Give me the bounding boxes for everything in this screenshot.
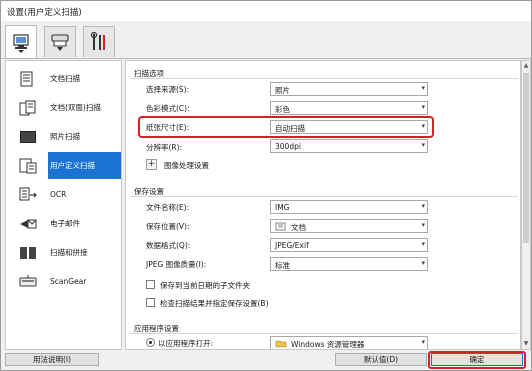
document-scan-icon	[20, 71, 33, 86]
tab-scan-from-panel[interactable]	[44, 26, 76, 57]
sidebar-item-label: 文档(双面)扫描	[50, 103, 101, 112]
data-format-value: JPEG/Exif	[275, 241, 309, 250]
duplex-document-scan-icon	[19, 100, 36, 115]
open-with-app-radio[interactable]	[146, 338, 155, 347]
paper-size-value: 自动扫描	[275, 124, 305, 133]
general-settings-tools-icon	[90, 31, 105, 50]
file-name-value: IMG	[275, 203, 290, 212]
scroll-down-icon[interactable]: ▼	[522, 339, 530, 349]
sidebar-item-label: OCR	[50, 190, 67, 199]
email-icon	[20, 219, 37, 228]
instructions-button[interactable]: 用法说明(I)	[5, 353, 99, 366]
chevron-down-icon: ▾	[421, 84, 425, 92]
check-results-checkbox[interactable]	[146, 298, 155, 307]
chevron-down-icon: ▾	[421, 202, 425, 210]
sidebar-item-document-scan[interactable]: 文档扫描	[6, 64, 121, 93]
ocr-icon	[19, 187, 37, 200]
resolution-dropdown[interactable]: 300dpi ▾	[270, 139, 428, 153]
section-divider	[130, 333, 518, 334]
jpeg-quality-label: JPEG 图像质量(I):	[146, 260, 207, 269]
chevron-down-icon: ▾	[421, 122, 425, 130]
file-name-label: 文件名称(E):	[146, 203, 190, 212]
sidebar-item-ocr[interactable]: OCR	[6, 180, 121, 209]
image-processing-label: 图像处理设置	[164, 161, 209, 170]
jpeg-quality-value: 标准	[275, 261, 290, 270]
chevron-down-icon: ▾	[421, 338, 425, 346]
sidebar-item-custom-scan[interactable]: 用户定义扫描	[6, 151, 121, 180]
settings-window: 设置(用户定义扫描) 文档扫描 文档(双面)扫描 照片扫描 用户定义扫描 OCR…	[0, 0, 532, 371]
open-with-value: Windows 资源管理器	[291, 340, 365, 349]
color-mode-dropdown[interactable]: 彩色 ▾	[270, 101, 428, 115]
title-bar: 设置(用户定义扫描)	[1, 1, 531, 21]
scangear-icon	[19, 274, 37, 286]
sidebar-item-label: 照片扫描	[50, 132, 80, 141]
open-with-label: 以应用程序打开:	[158, 339, 214, 348]
check-results-label: 检查扫描结果并指定保存设置(B)	[160, 299, 269, 308]
jpeg-quality-dropdown[interactable]: 标准 ▾	[270, 257, 428, 271]
color-mode-label: 色彩模式(C):	[146, 104, 190, 113]
scroll-up-icon[interactable]: ▲	[522, 61, 530, 71]
subfolder-checkbox[interactable]	[146, 280, 155, 289]
sidebar-item-label: 扫描和拼接	[50, 248, 88, 257]
window-title: 设置(用户定义扫描)	[7, 8, 82, 18]
data-format-label: 数据格式(Q):	[146, 241, 191, 250]
data-format-dropdown[interactable]: JPEG/Exif ▾	[270, 238, 428, 252]
select-source-value: 照片	[275, 86, 290, 95]
tab-divider	[1, 58, 531, 59]
scan-from-computer-icon	[13, 33, 29, 53]
chevron-down-icon: ▾	[421, 259, 425, 267]
paper-size-dropdown[interactable]: 自动扫描 ▾	[270, 120, 428, 134]
expand-image-processing-button[interactable]: +	[146, 159, 157, 170]
open-with-dropdown[interactable]: Windows 资源管理器 ▾	[270, 336, 428, 349]
vertical-scrollbar[interactable]: ▲ ▼	[521, 60, 531, 350]
save-in-value: 文档	[291, 223, 306, 232]
ok-button-callout	[428, 351, 526, 369]
chevron-down-icon: ▾	[421, 103, 425, 111]
sidebar-item-scangear[interactable]: ScanGear	[6, 267, 121, 296]
select-source-dropdown[interactable]: 照片 ▾	[270, 82, 428, 96]
tab-general-settings[interactable]	[83, 26, 115, 57]
photo-scan-icon	[20, 130, 36, 143]
scan-from-panel-icon	[51, 34, 69, 51]
save-in-dropdown[interactable]: 文档 ▾	[270, 219, 428, 233]
save-in-label: 保存位置(V):	[146, 222, 190, 231]
select-source-label: 选择来源(S):	[146, 85, 190, 94]
sidebar-item-email[interactable]: 电子邮件	[6, 209, 121, 238]
paper-size-label: 纸张尺寸(E):	[146, 123, 190, 132]
sidebar-item-label: 用户定义扫描	[50, 161, 95, 170]
sidebar-item-scan-stitch[interactable]: 扫描和拼接	[6, 238, 121, 267]
sidebar-item-photo-scan[interactable]: 照片扫描	[6, 122, 121, 151]
tab-strip	[1, 21, 531, 59]
sidebar-item-label: 电子邮件	[50, 219, 80, 228]
section-divider	[130, 196, 518, 197]
defaults-button[interactable]: 默认值(D)	[335, 353, 427, 366]
section-divider	[130, 78, 518, 79]
subfolder-label: 保存到当前日期的子文件夹	[160, 281, 250, 290]
color-mode-value: 彩色	[275, 105, 290, 114]
documents-folder-icon	[275, 222, 286, 231]
sidebar-item-label: ScanGear	[50, 277, 87, 286]
file-name-field[interactable]: IMG ▾	[270, 200, 428, 214]
resolution-label: 分辨率(R):	[146, 143, 183, 152]
chevron-down-icon: ▾	[421, 240, 425, 248]
resolution-value: 300dpi	[275, 142, 301, 151]
sidebar-item-label: 文档扫描	[50, 74, 80, 83]
scan-stitch-icon	[20, 246, 36, 259]
chevron-down-icon: ▾	[421, 141, 425, 149]
tab-scan-from-computer[interactable]	[5, 25, 37, 59]
scan-type-sidebar: 文档扫描 文档(双面)扫描 照片扫描 用户定义扫描 OCR 电子邮件 扫描和拼接…	[5, 60, 122, 350]
settings-panel: 扫描选项 选择来源(S): 照片 ▾ 色彩模式(C): 彩色 ▾ 纸张尺寸(E)…	[125, 60, 521, 350]
scroll-thumb[interactable]	[523, 73, 529, 243]
sidebar-item-duplex-document-scan[interactable]: 文档(双面)扫描	[6, 93, 121, 122]
chevron-down-icon: ▾	[421, 221, 425, 229]
folder-icon	[275, 340, 287, 348]
custom-scan-icon	[19, 158, 37, 173]
